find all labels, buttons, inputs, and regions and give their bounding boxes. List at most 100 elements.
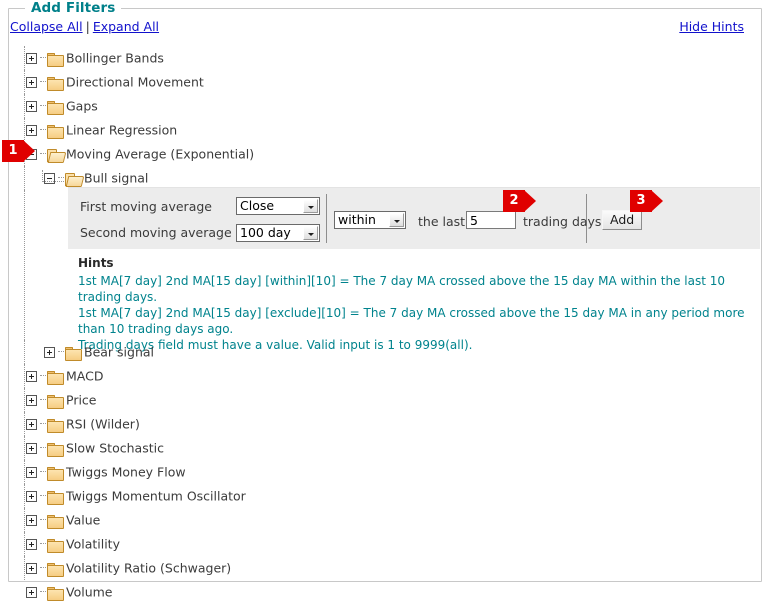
tree-node-label: Volatility [66, 536, 120, 552]
tree-guide-line [24, 412, 25, 436]
tree-node-label: Linear Regression [66, 122, 178, 138]
tree-guide-line [24, 484, 25, 508]
condition-select[interactable]: within [334, 211, 406, 229]
add-button[interactable]: Add [602, 210, 643, 230]
tree-connector-icon [40, 447, 46, 448]
expand-toggle-icon[interactable] [26, 371, 37, 382]
callout-arrow-icon [651, 190, 663, 212]
folder-open-icon [47, 147, 63, 162]
expand-toggle-icon[interactable] [26, 419, 37, 430]
folder-closed-icon [47, 417, 64, 433]
folder-closed-icon [65, 345, 82, 361]
tree-connector-icon [40, 399, 46, 400]
tree-node-slow-stochastic[interactable]: Slow Stochastic [14, 436, 754, 460]
tree-guide-line [24, 166, 25, 190]
expand-toggle-icon[interactable] [26, 539, 37, 550]
folder-closed-icon [47, 123, 64, 139]
folder-closed-icon [47, 75, 64, 91]
tree-connector-icon [58, 351, 64, 352]
tree-guide-line [24, 532, 25, 556]
tree-connector-icon [40, 567, 46, 568]
first-moving-average-value: Close [240, 198, 275, 213]
callout-arrow-icon [524, 190, 536, 212]
tree-connector-icon [40, 57, 46, 58]
expand-all-link[interactable]: Expand All [93, 19, 159, 34]
tree-node-label: Volume [66, 584, 113, 600]
folder-closed-icon [47, 99, 64, 115]
tree-node-moving-average-exponential[interactable]: Moving Average (Exponential) [14, 142, 754, 166]
tree-node-twiggs-momentum-oscillator[interactable]: Twiggs Momentum Oscillator [14, 484, 754, 508]
tree-guide-line [24, 460, 25, 484]
second-moving-average-select[interactable]: 100 day [236, 224, 320, 242]
expand-toggle-icon[interactable] [26, 563, 37, 574]
second-moving-average-label: Second moving average [80, 225, 232, 240]
tree-connector-icon [40, 471, 46, 472]
tree-node-volatility-ratio-schwager[interactable]: Volatility Ratio (Schwager) [14, 556, 754, 580]
hints-section: Hints 1st MA[7 day] 2nd MA[15 day] [with… [78, 256, 758, 353]
expand-toggle-icon[interactable] [26, 395, 37, 406]
collapse-all-link[interactable]: Collapse All [10, 19, 83, 34]
expand-toggle-icon[interactable] [26, 491, 37, 502]
link-separator: | [85, 19, 90, 34]
tree-node-price[interactable]: Price [14, 388, 754, 412]
expand-toggle-icon[interactable] [26, 53, 37, 64]
folder-closed-icon [47, 369, 64, 385]
tree-connector-icon [40, 153, 46, 154]
tree-node-bear-signal[interactable]: Bear signal [14, 340, 754, 364]
tree-node-label: Twiggs Money Flow [66, 464, 186, 480]
tree-node-twiggs-money-flow[interactable]: Twiggs Money Flow [14, 460, 754, 484]
first-moving-average-select[interactable]: Close [236, 197, 320, 215]
trading-days-input[interactable] [466, 211, 516, 229]
expand-toggle-icon[interactable] [44, 347, 55, 358]
filter-tree: Bollinger Bands Directional Movement Gap… [14, 46, 754, 190]
chevron-down-icon[interactable] [303, 226, 318, 240]
expand-toggle-icon[interactable] [26, 125, 37, 136]
tree-node-rsi-wilder[interactable]: RSI (Wilder) [14, 412, 754, 436]
tree-connector-icon [40, 495, 46, 496]
condition-value: within [338, 212, 376, 227]
hints-title: Hints [78, 256, 114, 270]
collapse-toggle-icon[interactable] [44, 173, 55, 184]
tree-guide-line [24, 508, 25, 532]
tree-guide-line [24, 118, 25, 142]
tree-node-gaps[interactable]: Gaps [14, 94, 754, 118]
tree-branch-line [42, 181, 64, 182]
tree-node-label: Volatility Ratio (Schwager) [66, 560, 232, 576]
chevron-down-icon[interactable] [389, 213, 404, 227]
filter-tree-continued: Bear signal MACD Price RSI (Wilder) Slow… [14, 340, 754, 604]
trading-days-label: trading days [523, 214, 602, 229]
tree-node-directional-movement[interactable]: Directional Movement [14, 70, 754, 94]
chevron-down-icon[interactable] [303, 199, 318, 213]
tree-guide-line [24, 70, 25, 94]
tree-node-label: Bull signal [84, 170, 149, 186]
tree-node-volatility[interactable]: Volatility [14, 532, 754, 556]
tree-node-volume[interactable]: Volume [14, 580, 754, 604]
tree-connector-icon [40, 81, 46, 82]
hint-line: 1st MA[7 day] 2nd MA[15 day] [within][10… [78, 274, 726, 304]
expand-toggle-icon[interactable] [26, 587, 37, 598]
expand-toggle-icon[interactable] [26, 467, 37, 478]
panel-divider-1 [326, 194, 327, 243]
tree-node-label: Gaps [66, 98, 98, 114]
tree-node-label: Price [66, 392, 97, 408]
expand-toggle-icon[interactable] [26, 77, 37, 88]
tree-guide-line [24, 94, 25, 118]
folder-closed-icon [47, 513, 64, 529]
tree-node-value[interactable]: Value [14, 508, 754, 532]
expand-toggle-icon[interactable] [26, 101, 37, 112]
tree-node-linear-regression[interactable]: Linear Regression [14, 118, 754, 142]
folder-open-icon [65, 171, 81, 186]
hide-hints-link[interactable]: Hide Hints [679, 19, 744, 34]
expand-toggle-icon[interactable] [26, 443, 37, 454]
tree-node-macd[interactable]: MACD [14, 364, 754, 388]
tree-node-label: Slow Stochastic [66, 440, 164, 456]
tree-guide-line [24, 388, 25, 412]
page-title: Add Filters [25, 0, 122, 16]
expand-toggle-icon[interactable] [26, 515, 37, 526]
tree-node-bollinger-bands[interactable]: Bollinger Bands [14, 46, 754, 70]
tree-guide-line [24, 364, 25, 388]
linkbar-left-group: Collapse All | Expand All [10, 19, 159, 34]
first-moving-average-label: First moving average [80, 199, 212, 214]
linkbar: Collapse All | Expand All Hide Hints [10, 19, 744, 37]
tree-connector-icon [40, 105, 46, 106]
